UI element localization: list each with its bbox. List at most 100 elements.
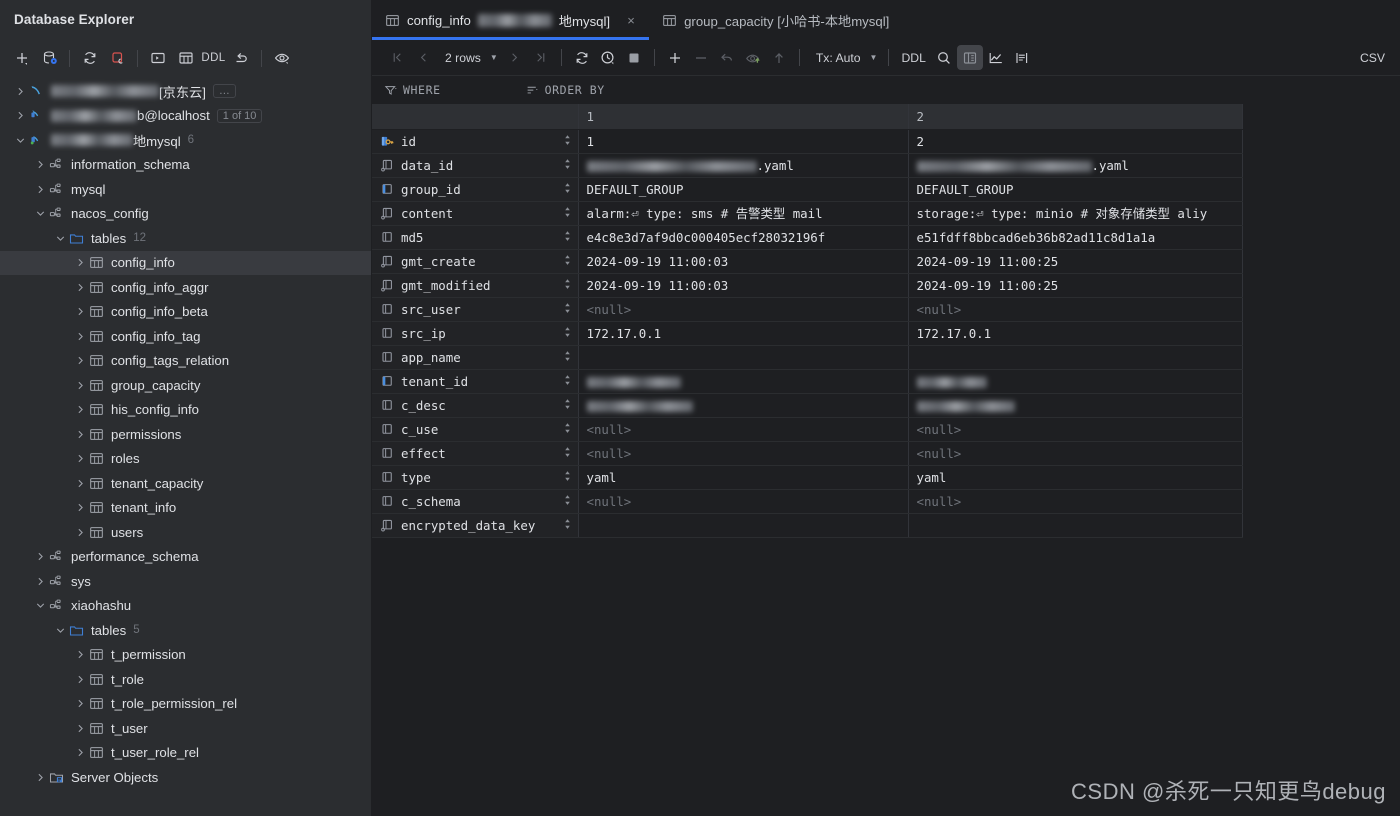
database-settings-icon[interactable] [36,45,63,71]
chevron-right-icon[interactable] [72,426,88,442]
tree-item-information_schema[interactable]: information_schema [0,153,371,178]
order-by-filter[interactable]: ORDER BY [526,83,605,97]
table-row[interactable]: src_ip 172.17.0.1 172.17.0.1 [372,321,1243,346]
tree-item-server-objects[interactable]: Server Objects [0,765,371,790]
row-header-id[interactable]: id [372,129,579,154]
tree-item-tenant_capacity[interactable]: tenant_capacity [0,471,371,496]
row-header-data_id[interactable]: data_id [372,153,579,178]
search-icon[interactable] [931,45,957,70]
result-grid[interactable]: 12 id 1 2 data_id .yaml .yaml group_id DEFAULT_… [372,104,1400,816]
table-row[interactable]: md5 e4c8e3d7af9d0c000405ecf28032196f e51fd… [372,225,1243,250]
chevron-right-icon[interactable] [72,524,88,540]
stop-icon[interactable] [621,45,647,70]
table-body[interactable]: id 1 2 data_id .yaml .yaml group_id DEFAULT_GRO… [372,129,1243,538]
chevron-right-icon[interactable] [72,255,88,271]
row-header-effect[interactable]: effect [372,441,579,466]
tree-item-his_config_info[interactable]: his_config_info [0,398,371,423]
table-row[interactable]: gmt_create 2024-09-19 11:00:03 2024-09-19 … [372,249,1243,274]
editor-tab-bar[interactable]: config_info 地mysql] × group_capacity [小哈书-… [372,0,1400,40]
tree-item-b-localhost[interactable]: b@localhost 1 of 10 [0,104,371,129]
cell-effect-1[interactable]: <null> [578,441,909,466]
stop-refresh-icon[interactable] [104,45,131,71]
tree-item-t_permission[interactable]: t_permission [0,643,371,668]
transpose-view-icon[interactable] [956,45,983,70]
sort-toggle-icon[interactable] [564,494,571,509]
chevron-right-icon[interactable] [72,377,88,393]
cell-gmt_create-2[interactable]: 2024-09-19 11:00:25 [908,249,1243,274]
tree-item-mysql[interactable]: mysql [0,177,371,202]
cell-md5-2[interactable]: e51fdff8bbcad6eb36b82ad11c8d1a1a [908,225,1243,250]
cell-encrypted_data_key-2[interactable] [908,513,1243,538]
cell-encrypted_data_key-1[interactable] [578,513,909,538]
chevron-right-icon[interactable] [72,500,88,516]
sort-toggle-icon[interactable] [564,374,571,389]
tree-item-config_tags_relation[interactable]: config_tags_relation [0,349,371,374]
row-header-c_desc[interactable]: c_desc [372,393,579,418]
sort-toggle-icon[interactable] [564,302,571,317]
cell-group_id-2[interactable]: DEFAULT_GROUP [908,177,1243,202]
cell-tenant_id-2[interactable] [908,369,1243,394]
chevron-right-icon[interactable] [32,769,48,785]
chevron-right-icon[interactable] [72,647,88,663]
where-filter[interactable]: WHERE [384,83,441,97]
tree-item-t_user_role_rel[interactable]: t_user_role_rel [0,741,371,766]
tree-item-users[interactable]: users [0,520,371,545]
table-row[interactable]: type yaml yaml [372,465,1243,490]
column-header-2[interactable]: 2 [908,104,1243,130]
history-icon[interactable] [595,45,621,70]
chevron-right-icon[interactable] [32,157,48,173]
cell-app_name-1[interactable] [578,345,909,370]
add-icon[interactable] [8,45,35,71]
cell-c_schema-2[interactable]: <null> [908,489,1243,514]
table-row[interactable]: content alarm:⏎ type: sms # 告警类型 mail stor… [372,201,1243,226]
row-header-src_user[interactable]: src_user [372,297,579,322]
cell-gmt_modified-2[interactable]: 2024-09-19 11:00:25 [908,273,1243,298]
cell-app_name-2[interactable] [908,345,1243,370]
row-count-selector[interactable]: 2 rows ▼ [436,45,502,70]
preview-icon[interactable] [268,45,295,71]
csv-format-button[interactable]: CSV [1355,45,1390,70]
last-page-button[interactable] [528,45,554,70]
row-header-app_name[interactable]: app_name [372,345,579,370]
refresh-icon[interactable] [76,45,103,71]
tree-item-tenant_info[interactable]: tenant_info [0,496,371,521]
chevron-right-icon[interactable] [72,745,88,761]
table-row[interactable]: effect <null> <null> [372,441,1243,466]
chevron-right-icon[interactable] [72,671,88,687]
transaction-mode-selector[interactable]: Tx: Auto ▼ [807,45,882,70]
sort-toggle-icon[interactable] [564,230,571,245]
transposed-result-table[interactable]: 12 id 1 2 data_id .yaml .yaml group_id DEFAULT_… [372,104,1243,538]
cell-effect-2[interactable]: <null> [908,441,1243,466]
tree-item-sys[interactable]: sys [0,569,371,594]
tree-item-config_info_tag[interactable]: config_info_tag [0,324,371,349]
cell-src_user-2[interactable]: <null> [908,297,1243,322]
cell-c_desc-1[interactable] [578,393,909,418]
table-row[interactable]: app_name [372,345,1243,370]
table-row[interactable]: data_id .yaml .yaml [372,153,1243,178]
cell-group_id-1[interactable]: DEFAULT_GROUP [578,177,909,202]
chevron-down-icon[interactable] [32,206,48,222]
cell-c_schema-1[interactable]: <null> [578,489,909,514]
chevron-right-icon[interactable] [72,696,88,712]
next-page-button[interactable] [502,45,528,70]
sort-toggle-icon[interactable] [564,326,571,341]
table-row[interactable]: src_user <null> <null> [372,297,1243,322]
chevron-down-icon[interactable] [12,132,28,148]
table-row[interactable]: group_id DEFAULT_GROUP DEFAULT_GROUP [372,177,1243,202]
row-header-tenant_id[interactable]: tenant_id [372,369,579,394]
cell-c_use-2[interactable]: <null> [908,417,1243,442]
tree-item-config_info[interactable]: config_info [0,250,371,275]
ddl-button[interactable]: DDL [200,45,227,71]
tree-item-roles[interactable]: roles [0,447,371,472]
chevron-right-icon[interactable] [72,328,88,344]
chevron-right-icon[interactable] [72,402,88,418]
close-icon[interactable]: × [623,12,639,28]
tree-item-tables[interactable]: tables 12 [0,226,371,251]
tree-item-t_role_permission_rel[interactable]: t_role_permission_rel [0,692,371,717]
sort-toggle-icon[interactable] [564,422,571,437]
cell-src_ip-2[interactable]: 172.17.0.1 [908,321,1243,346]
cell-data_id-1[interactable]: .yaml [578,153,909,178]
cell-tenant_id-1[interactable] [578,369,909,394]
row-header-group_id[interactable]: group_id [372,177,579,202]
column-header-corner[interactable] [372,104,579,130]
